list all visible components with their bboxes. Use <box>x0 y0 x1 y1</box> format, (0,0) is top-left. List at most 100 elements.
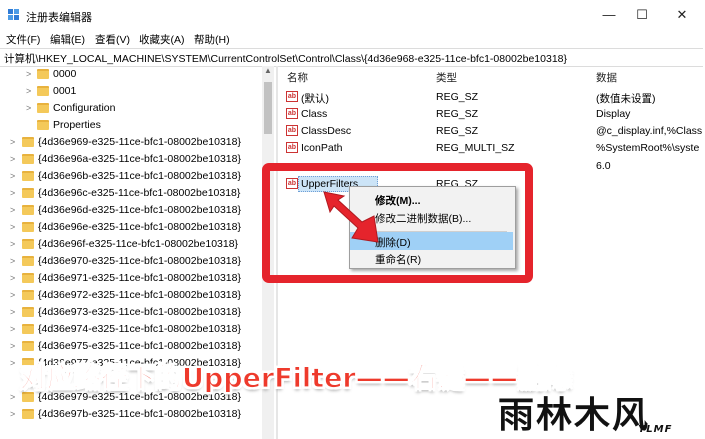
folder-icon <box>22 307 34 317</box>
tree-item[interactable]: > {4d36e96a-e325-11ce-bfc1-08002be10318} <box>0 151 270 168</box>
folder-icon <box>22 273 34 283</box>
menu-help[interactable]: 帮助(H) <box>194 32 230 47</box>
folder-icon <box>22 205 34 215</box>
tree-item[interactable]: > {4d36e972-e325-11ce-bfc1-08002be10318} <box>0 287 270 304</box>
column-header-type[interactable]: 类型 <box>436 70 457 85</box>
regedit-app-icon <box>8 9 19 20</box>
chevron-right-icon[interactable]: > <box>10 409 15 419</box>
scroll-up-arrow-icon[interactable]: ▲ <box>262 66 274 78</box>
chevron-right-icon[interactable]: > <box>10 307 15 317</box>
chevron-right-icon[interactable]: > <box>10 188 15 198</box>
tree-item[interactable]: > {4d36e96e-e325-11ce-bfc1-08002be10318} <box>0 219 270 236</box>
value-data: Display <box>596 108 631 120</box>
folder-icon <box>22 154 34 164</box>
value-name: ClassDesc <box>301 125 352 137</box>
window-title: 注册表编辑器 <box>26 12 92 24</box>
tree-item-label: {4d36e97b-e325-11ce-bfc1-08002be10318} <box>38 408 241 420</box>
tree-item[interactable]: > 0000 <box>0 66 270 83</box>
maximize-button[interactable]: ☐ <box>624 4 660 26</box>
context-menu-label: 重命名(R) <box>375 254 422 266</box>
tree-item[interactable]: > 0001 <box>0 83 270 100</box>
string-value-icon: ab <box>286 142 298 153</box>
tree-item-label: Properties <box>53 119 101 131</box>
context-menu-label: 修改二进制数据(B)... <box>375 213 472 225</box>
column-header-name[interactable]: 名称 <box>287 70 308 85</box>
instruction-banner: 对应路径下的UpperFilter——右键——删除 <box>20 363 573 395</box>
menu-edit[interactable]: 编辑(E) <box>50 32 85 47</box>
chevron-right-icon[interactable]: > <box>10 222 15 232</box>
chevron-right-icon[interactable]: > <box>10 239 15 249</box>
chevron-right-icon[interactable]: > <box>26 69 31 79</box>
tree-item-label: {4d36e96e-e325-11ce-bfc1-08002be10318} <box>38 221 241 233</box>
folder-icon <box>37 86 49 96</box>
minimize-button[interactable]: — <box>591 4 627 26</box>
tree-item-label: {4d36e971-e325-11ce-bfc1-08002be10318} <box>38 272 241 284</box>
folder-icon <box>37 103 49 113</box>
tree-item[interactable]: > {4d36e97b-e325-11ce-bfc1-08002be10318} <box>0 406 270 423</box>
tree-scrollbar-thumb[interactable] <box>264 82 272 134</box>
chevron-right-icon[interactable]: > <box>10 358 15 368</box>
close-button[interactable]: ✕ <box>664 4 700 26</box>
folder-icon <box>22 290 34 300</box>
tree-item-label: {4d36e974-e325-11ce-bfc1-08002be10318} <box>38 323 241 335</box>
value-data: @c_display.inf,%Class <box>596 125 703 137</box>
tree-item-label: Configuration <box>53 102 116 114</box>
chevron-right-icon[interactable]: > <box>10 154 15 164</box>
menu-file[interactable]: 文件(F) <box>6 32 40 47</box>
value-name: (默认) <box>301 93 329 105</box>
value-type: REG_MULTI_SZ <box>436 142 515 154</box>
logo-subtext: YLMF <box>638 424 673 435</box>
chevron-right-icon[interactable]: > <box>10 137 15 147</box>
context-menu-rename[interactable]: 重命名(R) <box>350 249 513 267</box>
tree-item[interactable]: > {4d36e96d-e325-11ce-bfc1-08002be10318} <box>0 202 270 219</box>
value-row[interactable]: ab (默认) REG_SZ (数值未设置) <box>286 89 701 106</box>
menu-favorites[interactable]: 收藏夹(A) <box>139 32 185 47</box>
menu-view[interactable]: 查看(V) <box>95 32 130 47</box>
string-value-icon: ab <box>286 108 298 119</box>
value-row[interactable]: ab Class REG_SZ Display <box>286 106 701 123</box>
tree-item-label: {4d36e969-e325-11ce-bfc1-08002be10318} <box>38 136 241 148</box>
tree-item[interactable]: Properties <box>0 117 270 134</box>
chevron-right-icon[interactable]: > <box>10 205 15 215</box>
chevron-right-icon[interactable]: > <box>10 273 15 283</box>
tree-item[interactable]: > {4d36e96b-e325-11ce-bfc1-08002be10318} <box>0 168 270 185</box>
string-value-icon: ab <box>286 125 298 136</box>
tree-item-label: {4d36e96c-e325-11ce-bfc1-08002be10318} <box>38 187 241 199</box>
chevron-right-icon[interactable]: > <box>26 86 31 96</box>
value-row[interactable]: ab IconPath REG_MULTI_SZ %SystemRoot%\sy… <box>286 140 701 157</box>
chevron-right-icon[interactable]: > <box>10 341 15 351</box>
folder-icon <box>22 409 34 419</box>
tree-item[interactable]: > {4d36e971-e325-11ce-bfc1-08002be10318} <box>0 270 270 287</box>
folder-icon <box>22 188 34 198</box>
tree-item[interactable]: > {4d36e973-e325-11ce-bfc1-08002be10318} <box>0 304 270 321</box>
value-type: REG_SZ <box>436 108 479 120</box>
tree-item[interactable]: > {4d36e96f-e325-11ce-bfc1-08002be10318} <box>0 236 270 253</box>
tree-item-label: {4d36e972-e325-11ce-bfc1-08002be10318} <box>38 289 241 301</box>
tree-item[interactable]: > {4d36e974-e325-11ce-bfc1-08002be10318} <box>0 321 270 338</box>
chevron-right-icon[interactable]: > <box>10 290 15 300</box>
tree-item[interactable]: > {4d36e975-e325-11ce-bfc1-08002be10318} <box>0 338 270 355</box>
value-data: (数值未设置) <box>596 93 656 105</box>
tree-item-label: {4d36e96a-e325-11ce-bfc1-08002be10318} <box>38 153 241 165</box>
tree-item[interactable]: > Configuration <box>0 100 270 117</box>
chevron-right-icon[interactable]: > <box>10 392 15 402</box>
tree-item[interactable]: > {4d36e969-e325-11ce-bfc1-08002be10318} <box>0 134 270 151</box>
tree-item-label: {4d36e96b-e325-11ce-bfc1-08002be10318} <box>38 170 241 182</box>
chevron-right-icon[interactable]: > <box>10 324 15 334</box>
tree-item-label: {4d36e970-e325-11ce-bfc1-08002be10318} <box>38 255 241 267</box>
ylmf-logo: 雨林木风 YLMF <box>498 386 702 438</box>
annotation-arrow-icon <box>323 191 379 243</box>
chevron-right-icon[interactable]: > <box>26 103 31 113</box>
address-bar[interactable]: 计算机\HKEY_LOCAL_MACHINE\SYSTEM\CurrentCon… <box>0 48 703 67</box>
tree-item[interactable]: > {4d36e96c-e325-11ce-bfc1-08002be10318} <box>0 185 270 202</box>
value-type: REG_SZ <box>436 91 479 103</box>
chevron-right-icon[interactable]: > <box>10 171 15 181</box>
tree-item[interactable]: > {4d36e970-e325-11ce-bfc1-08002be10318} <box>0 253 270 270</box>
value-name: IconPath <box>301 142 343 154</box>
column-header-data[interactable]: 数据 <box>596 70 617 85</box>
logo-text: 雨林木风 <box>498 395 651 436</box>
value-row[interactable]: ab ClassDesc REG_SZ @c_display.inf,%Clas… <box>286 123 703 140</box>
tree-item-label: {4d36e973-e325-11ce-bfc1-08002be10318} <box>38 306 241 318</box>
value-data: 6.0 <box>596 160 611 172</box>
chevron-right-icon[interactable]: > <box>10 256 15 266</box>
